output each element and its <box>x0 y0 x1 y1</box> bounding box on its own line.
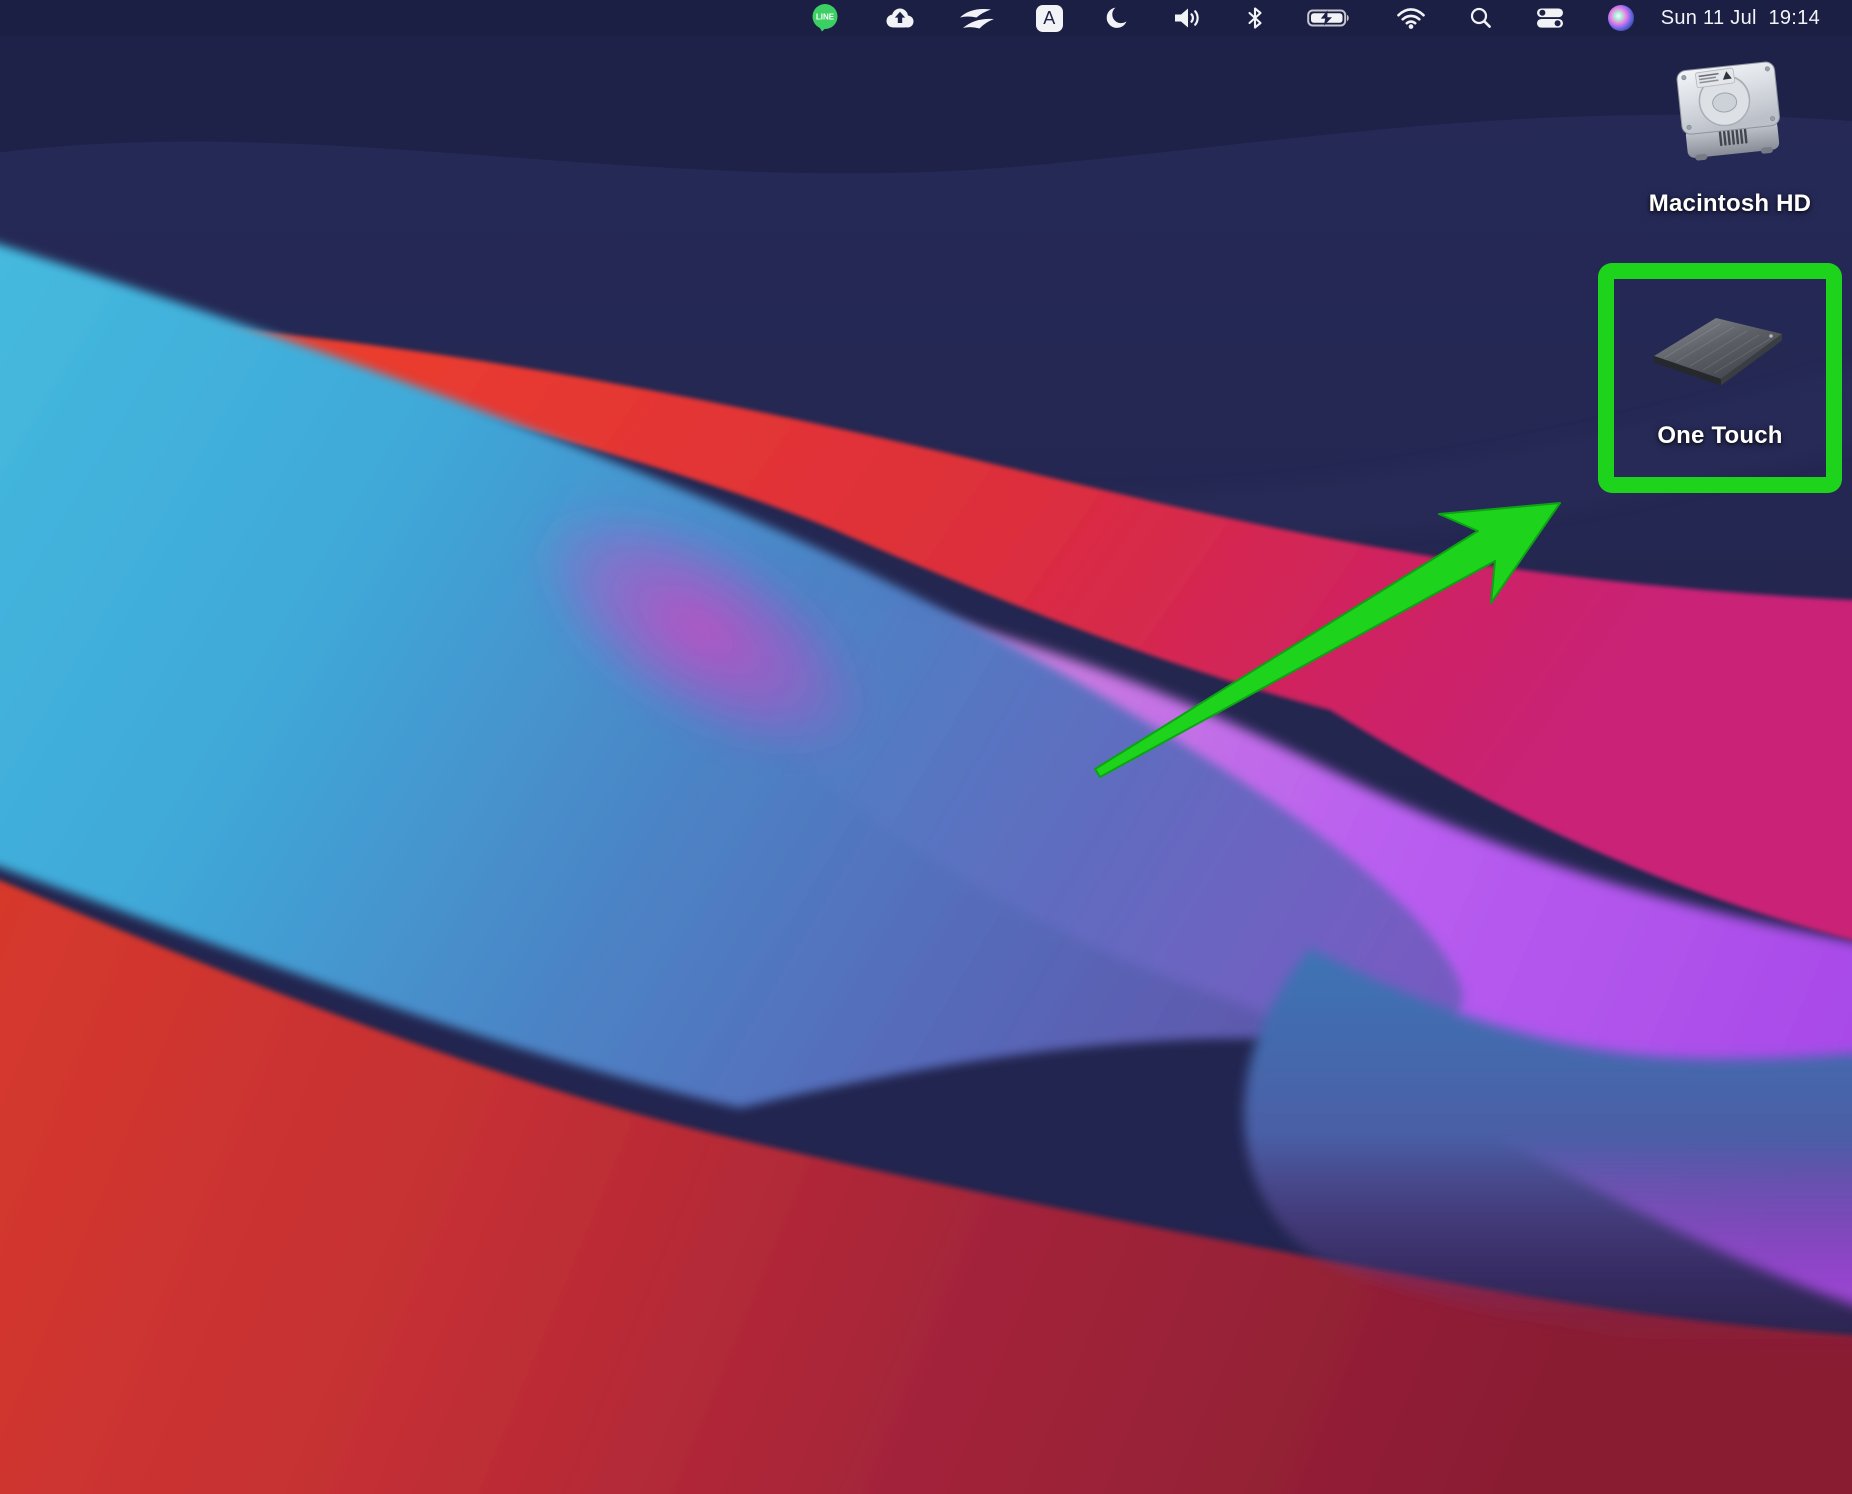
desktop-icon-macintosh-hd[interactable]: Macintosh HD <box>1640 60 1820 218</box>
cloud-upload-icon[interactable] <box>882 0 916 36</box>
control-center-icon[interactable] <box>1535 0 1565 36</box>
desktop: LINE A <box>0 0 1852 1494</box>
moon-dnd-icon[interactable] <box>1105 0 1131 36</box>
wifi-icon[interactable] <box>1395 0 1427 36</box>
input-source-icon[interactable]: A <box>1036 0 1063 36</box>
volume-icon[interactable] <box>1173 0 1203 36</box>
battery-charging-icon[interactable] <box>1307 0 1353 36</box>
feather-icon[interactable] <box>958 0 994 36</box>
menu-bar-clock[interactable]: Sun 11 Jul 19:14 <box>1661 7 1820 30</box>
input-source-letter: A <box>1043 8 1055 29</box>
bluetooth-icon[interactable] <box>1245 0 1265 36</box>
spotlight-search-icon[interactable] <box>1469 0 1493 36</box>
siri-icon[interactable] <box>1607 0 1635 36</box>
external-hard-drive-icon <box>1650 312 1790 388</box>
line-icon[interactable]: LINE <box>810 0 840 36</box>
svg-text:LINE: LINE <box>816 13 835 22</box>
wallpaper-big-sur <box>0 0 1852 1494</box>
desktop-icon-one-touch[interactable]: One Touch <box>1614 279 1826 450</box>
volume-label-one-touch: One Touch <box>1657 422 1782 450</box>
menu-bar: LINE A <box>0 0 1852 36</box>
volume-label-macintosh-hd: Macintosh HD <box>1640 190 1820 218</box>
internal-hard-drive-icon <box>1667 60 1793 178</box>
highlight-box: One Touch <box>1598 263 1842 493</box>
